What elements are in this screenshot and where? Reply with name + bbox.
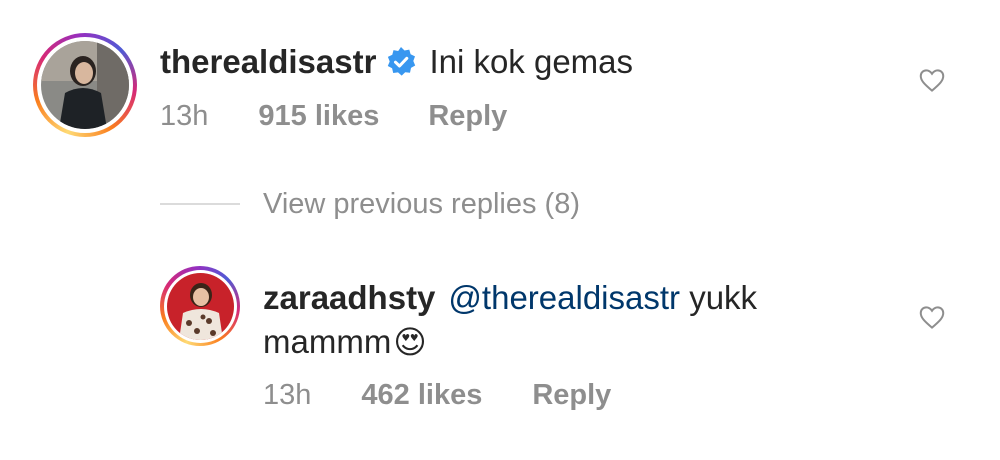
comment-reply-button[interactable]: Reply bbox=[428, 100, 507, 133]
reply-username[interactable]: zaraadhsty bbox=[263, 279, 435, 317]
heart-icon[interactable] bbox=[917, 65, 947, 95]
avatar bbox=[41, 41, 129, 129]
heart-eyes-emoji: 😍 bbox=[393, 324, 427, 360]
comment-likes[interactable]: 915 likes bbox=[258, 100, 379, 133]
view-previous-replies-button[interactable]: View previous replies (8) bbox=[263, 186, 580, 222]
reply-mention-link[interactable]: @therealdisastr bbox=[448, 279, 680, 317]
reply-heart-icon[interactable] bbox=[917, 302, 947, 332]
reply-reply-button[interactable]: Reply bbox=[532, 379, 611, 412]
comment-username[interactable]: therealdisastr bbox=[160, 43, 376, 81]
reply-text-line2: mammm bbox=[263, 323, 392, 360]
avatar-ring[interactable] bbox=[33, 33, 137, 137]
reply-text-line1: yukk bbox=[680, 279, 758, 316]
replies-divider bbox=[160, 203, 240, 205]
comment-text: Ini kok gemas bbox=[429, 43, 634, 80]
reply-avatar-ring[interactable] bbox=[160, 266, 240, 346]
reply-avatar bbox=[166, 272, 234, 340]
reply-likes[interactable]: 462 likes bbox=[361, 379, 482, 412]
verified-badge-icon bbox=[385, 46, 417, 78]
comment-timestamp[interactable]: 13h bbox=[160, 100, 208, 133]
reply-timestamp[interactable]: 13h bbox=[263, 379, 311, 412]
